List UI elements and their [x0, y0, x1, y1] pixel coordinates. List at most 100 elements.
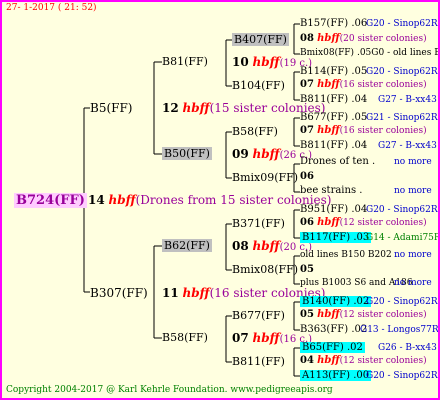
gen4-info-8: G14 - Adami75R: [366, 233, 440, 243]
drone-count: 12: [162, 101, 179, 115]
gen4-row-5[interactable]: B677(FF) .05: [300, 112, 367, 124]
drone-count: 09: [232, 147, 249, 161]
queen-id: Bmix08(FF): [300, 48, 355, 58]
queen-id: B140(FF): [302, 296, 351, 307]
drone-count: 07: [232, 331, 249, 345]
copyright-footer: Copyright 2004-2017 @ Karl Kehrle Founda…: [6, 385, 333, 395]
inbreeding: .05: [351, 112, 368, 123]
drone-count: 14: [88, 193, 105, 207]
gen4-row-9[interactable]: B140(FF) .02: [300, 296, 372, 308]
gen3-queen-5[interactable]: B371(FF): [232, 218, 285, 230]
gen4-row-1[interactable]: B157(FF) .06: [300, 18, 367, 30]
hbff-label: hbff: [252, 331, 280, 345]
drone-count: 10: [232, 55, 249, 69]
gen3-drones-6-note1: old lines B150 B202 .: [300, 250, 397, 261]
inbreeding: .05: [351, 66, 368, 77]
queen-id: B677(FF): [300, 112, 349, 123]
drone-count: 06: [300, 217, 314, 228]
drone-note: (12 sister colonies): [339, 218, 427, 228]
hbff-label: hbff: [317, 309, 340, 320]
gen3-drones-6-num: 05: [300, 264, 314, 275]
drone-note: bee strains .: [300, 185, 363, 196]
gen4-info-10: G13 - Longos77R: [360, 325, 439, 335]
gen3-drones-1: 08 hbff(20 sister colonies): [300, 33, 427, 45]
queen-id: B811(FF): [300, 140, 349, 151]
drone-count: 11: [162, 286, 179, 300]
hbff-label: hbff: [252, 55, 280, 69]
dam-queen[interactable]: B5(FF): [90, 101, 132, 115]
gen3-queen-4[interactable]: Bmix09(FF): [232, 172, 298, 184]
gen3-queen-8[interactable]: B811(FF): [232, 356, 285, 368]
gen4-info-11: G26 - B-xx43: [378, 343, 437, 353]
drone-note: (12 sister colonies): [339, 310, 427, 320]
drone-note: (16 sister colonies): [339, 80, 427, 90]
gen4-row-10[interactable]: B363(FF) .02: [300, 324, 367, 336]
no-more-4: no more: [394, 278, 432, 288]
gen4-row-4[interactable]: B811(FF) .04: [300, 94, 367, 106]
queen-id: B114(FF): [300, 66, 349, 77]
queen-id: B407(FF): [232, 33, 289, 46]
gen3-drones-7: 05 hbff(12 sister colonies): [300, 309, 427, 321]
drone-note: old lines B150 B202 .: [300, 250, 398, 260]
inbreeding: .06: [351, 18, 368, 29]
gen4-info-1: G20 - Sinop62R: [366, 19, 438, 29]
hbff-label: hbff: [317, 355, 340, 366]
inbreeding: .04: [351, 140, 368, 151]
gen3-drones-2: 07 hbff(16 sister colonies): [300, 79, 427, 91]
gen4-info-5: G21 - Sinop62R: [366, 113, 438, 123]
hbff-label: hbff: [182, 101, 210, 115]
gen4-row-2[interactable]: Bmix08(FF) .05G0 - old lines B: [300, 48, 438, 59]
hbff-label: hbff: [182, 286, 210, 300]
queen-id-highlight: B140(FF) .02: [300, 296, 372, 307]
timestamp: 27- 1-2017 ( 21: 52): [6, 3, 97, 13]
gen3-drones-4-note1: Drones of ten .: [300, 156, 375, 168]
gen2-queen-c[interactable]: B62(FF): [162, 239, 212, 252]
drone-note: (12 sister colonies): [339, 356, 427, 366]
gen4-row-12[interactable]: A113(FF) .00: [300, 370, 372, 382]
gen3-queen-7[interactable]: B677(FF): [232, 310, 285, 322]
root-drones: 14 hbff(Drones from 15 sister colonies): [88, 193, 331, 207]
hbff-label: hbff: [252, 239, 280, 253]
gen4-row-8[interactable]: B117(FF) .03: [300, 232, 372, 244]
sire-queen[interactable]: B307(FF): [90, 286, 148, 300]
gen4-row-6[interactable]: B811(FF) .04: [300, 140, 367, 152]
gen4-info-7: G20 - Sinop62R: [366, 205, 438, 215]
inbreeding: .04: [351, 204, 368, 215]
queen-id: B363(FF): [300, 324, 349, 335]
gen3-drones-3: 07 hbff(16 sister colonies): [300, 125, 427, 137]
queen-id-highlight: A113(FF) .00: [300, 370, 372, 381]
hbff-label: hbff: [317, 125, 340, 136]
gen4-info-9: G20 - Sinop62R: [366, 297, 438, 307]
gen4-row-7[interactable]: B951(FF) .04: [300, 204, 367, 216]
hbff-label: hbff: [317, 33, 340, 44]
hbff-label: hbff: [108, 193, 136, 207]
gen2-queen-d[interactable]: B58(FF): [162, 332, 208, 344]
queen-id: B65(FF): [302, 342, 344, 353]
queen-id: B157(FF): [300, 18, 349, 29]
queen-id: A113(FF): [302, 370, 350, 381]
gen4-row-3[interactable]: B114(FF) .05: [300, 66, 367, 78]
gen3-drones-4-num: 06: [300, 171, 314, 182]
gen3-queen-1[interactable]: B407(FF): [232, 33, 289, 46]
gen4-info-3: G20 - Sinop62R: [366, 67, 438, 77]
gen4-info-6: G27 - B-xx43: [378, 141, 437, 151]
root-queen[interactable]: B724(FF): [14, 193, 87, 208]
no-more-1: no more: [394, 157, 432, 167]
gen3-queen-2[interactable]: B104(FF): [232, 80, 285, 92]
inbreeding: .04: [351, 94, 368, 105]
drone-note: Drones of ten .: [300, 156, 376, 167]
gen2-queen-b[interactable]: B50(FF): [162, 147, 212, 160]
gen2-queen-a[interactable]: B81(FF): [162, 56, 208, 68]
hbff-label: hbff: [317, 79, 340, 90]
queen-id: B951(FF): [300, 204, 349, 215]
queen-id: B117(FF): [302, 232, 351, 243]
gen3-queen-6[interactable]: Bmix08(FF): [232, 264, 298, 276]
drone-count: 07: [300, 79, 314, 90]
no-more-2: no more: [394, 186, 432, 196]
drone-note: (20 sister colonies): [339, 34, 427, 44]
gen3-queen-3[interactable]: B58(FF): [232, 126, 278, 138]
gen4-row-11[interactable]: B65(FF) .02: [300, 342, 365, 354]
gen3-drones-4-note2: bee strains .: [300, 185, 362, 197]
drone-note: (16 sister colonies): [339, 126, 427, 136]
no-more-3: no more: [394, 250, 432, 260]
